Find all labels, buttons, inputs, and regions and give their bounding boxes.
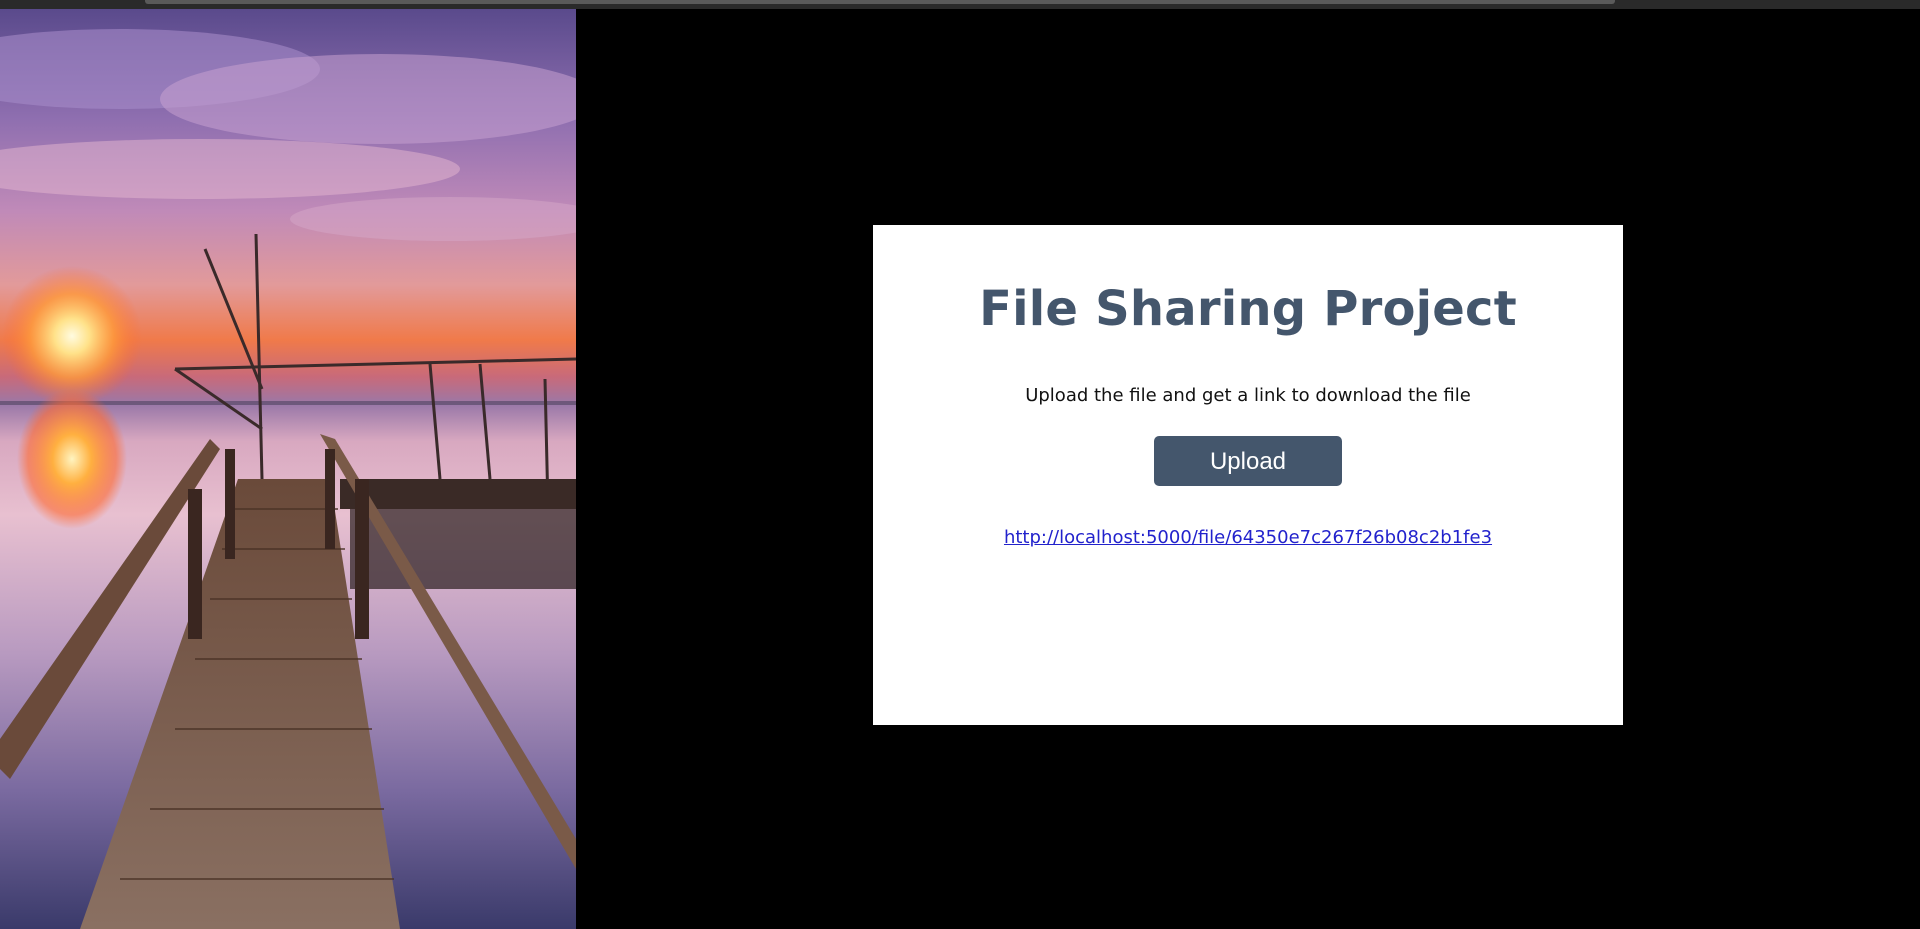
subtitle: Upload the file and get a link to downlo…	[1025, 385, 1471, 406]
horizontal-scrollbar[interactable]	[145, 0, 1615, 4]
link-container: http://localhost:5000/file/64350e7c267f2…	[873, 527, 1623, 548]
hero-image	[0, 9, 576, 929]
sunset-pier-photo	[0, 9, 576, 929]
download-link[interactable]: http://localhost:5000/file/64350e7c267f2…	[1004, 527, 1492, 548]
page-title: File Sharing Project	[979, 281, 1517, 337]
upload-button[interactable]: Upload	[1154, 436, 1342, 486]
upload-card: File Sharing Project Upload the file and…	[873, 225, 1623, 725]
